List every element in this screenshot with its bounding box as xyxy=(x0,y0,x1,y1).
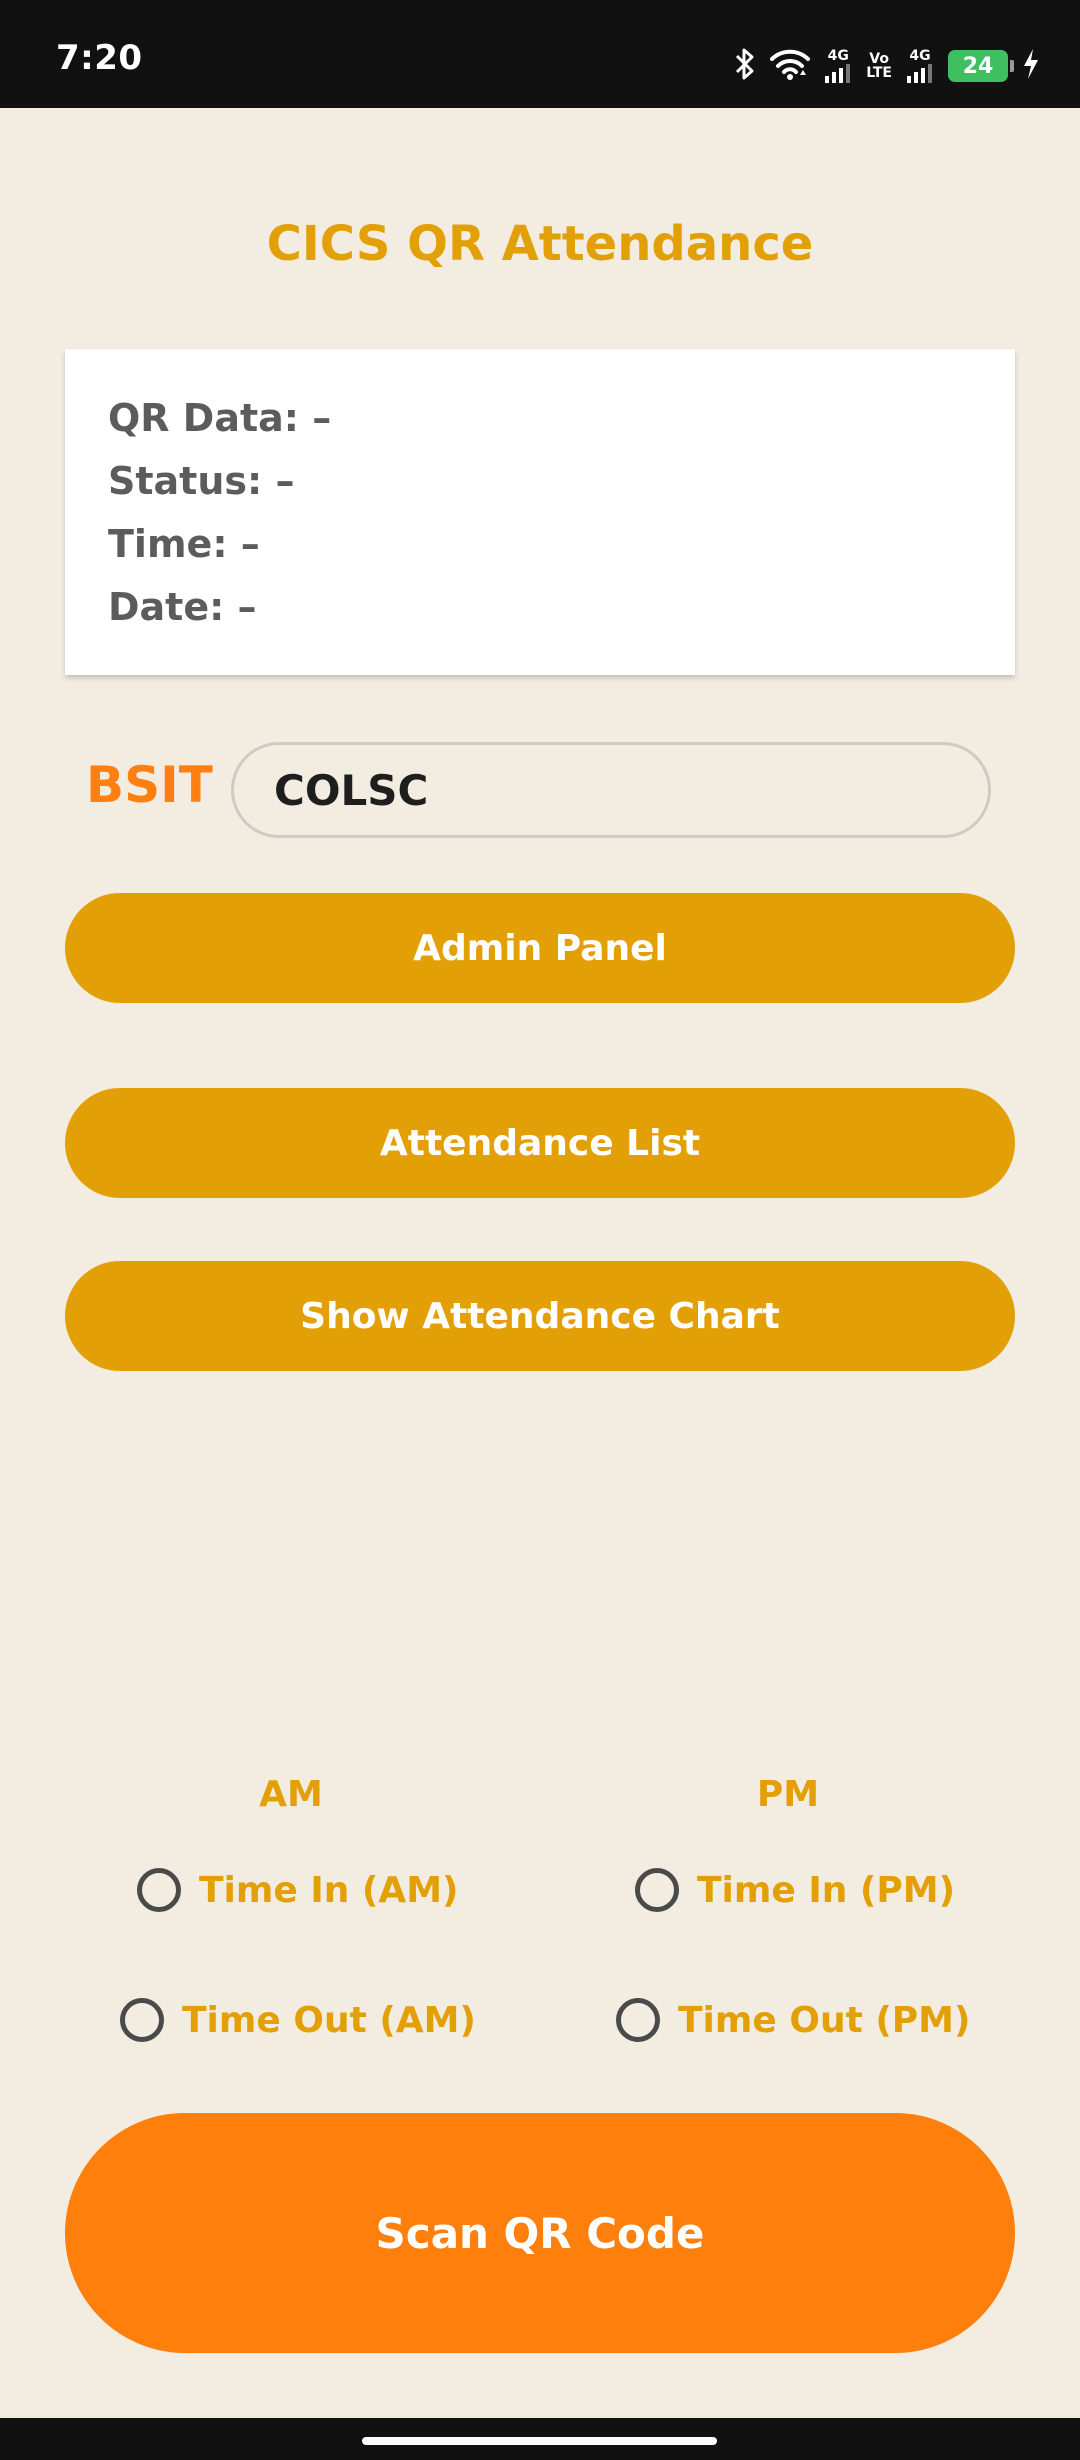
pm-header: PM xyxy=(756,1774,820,1815)
am-header: AM xyxy=(259,1774,323,1815)
volte-top-label: Vo xyxy=(869,51,889,67)
radio-unchecked-icon[interactable] xyxy=(120,1998,164,2042)
radio-unchecked-icon[interactable] xyxy=(635,1868,679,1912)
app-title: CICS QR Attendance xyxy=(266,216,814,272)
status-bar: 7:20 4G Vo LTE 4G 24 xyxy=(0,0,1080,108)
scan-info-lines: QR Data: – Status: – Time: – Date: – xyxy=(108,391,331,643)
scan-qr-code-button[interactable]: Scan QR Code xyxy=(65,2113,1015,2353)
network-type-label-2: 4G xyxy=(909,48,931,64)
admin-panel-button[interactable]: Admin Panel xyxy=(65,893,1015,1003)
organization-input[interactable] xyxy=(231,742,991,838)
wifi-icon xyxy=(770,48,811,84)
qr-data-text: QR Data: – xyxy=(108,396,332,440)
home-indicator[interactable] xyxy=(362,2437,717,2445)
status-text: Status: – xyxy=(108,459,295,503)
bluetooth-icon xyxy=(734,47,756,85)
program-label: BSIT xyxy=(86,756,213,814)
status-time: 7:20 xyxy=(56,38,143,78)
radio-unchecked-icon[interactable] xyxy=(616,1998,660,2042)
time-text: Time: – xyxy=(108,522,260,566)
time-out-pm-label: Time Out (PM) xyxy=(678,1999,971,2041)
navigation-bar xyxy=(0,2418,1080,2460)
radio-unchecked-icon[interactable] xyxy=(137,1868,181,1912)
attendance-list-button[interactable]: Attendance List xyxy=(65,1088,1015,1198)
scan-info-card: QR Data: – Status: – Time: – Date: – xyxy=(65,349,1015,675)
charging-icon xyxy=(1022,48,1040,84)
signal-icon-1: 4G xyxy=(824,49,852,83)
network-type-label: 4G xyxy=(827,48,849,64)
show-attendance-chart-button[interactable]: Show Attendance Chart xyxy=(65,1261,1015,1371)
volte-icon: Vo LTE xyxy=(866,52,892,80)
time-out-am-radio[interactable]: Time Out (AM) xyxy=(120,1998,476,2042)
battery-level: 24 xyxy=(962,53,994,79)
time-out-am-label: Time Out (AM) xyxy=(182,1999,476,2041)
volte-bottom-label: LTE xyxy=(866,65,892,81)
time-in-am-label: Time In (AM) xyxy=(199,1869,459,1911)
date-text: Date: – xyxy=(108,585,257,629)
time-in-pm-radio[interactable]: Time In (PM) xyxy=(635,1868,955,1912)
time-out-pm-radio[interactable]: Time Out (PM) xyxy=(616,1998,970,2042)
time-in-am-radio[interactable]: Time In (AM) xyxy=(137,1868,459,1912)
battery-icon: 24 xyxy=(948,50,1014,82)
time-in-pm-label: Time In (PM) xyxy=(697,1869,956,1911)
status-icons: 4G Vo LTE 4G 24 xyxy=(734,44,1040,88)
signal-icon-2: 4G xyxy=(906,49,934,83)
